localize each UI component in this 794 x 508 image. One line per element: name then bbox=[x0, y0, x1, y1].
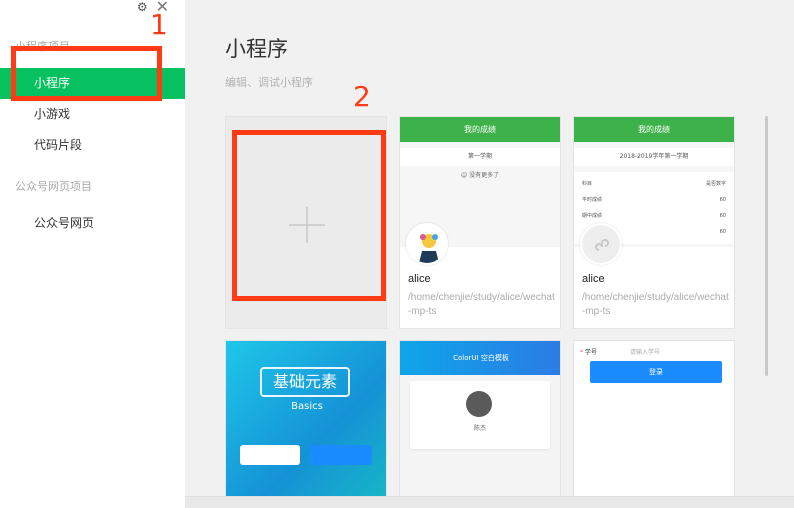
project-path: /home/chenjie/study/alice/wechat-mp-ts bbox=[408, 292, 555, 317]
gear-icon[interactable]: ⚙ bbox=[137, 1, 148, 13]
sidebar-item-official-webpage[interactable]: 公众号网页 bbox=[0, 208, 185, 239]
project-card[interactable]: * 学号 请输入学号 登录 bbox=[573, 340, 735, 500]
avatar bbox=[580, 223, 622, 265]
project-preview: 基础元素 Basics bbox=[226, 341, 386, 499]
section-title-official: 公众号网页项目 bbox=[15, 180, 92, 193]
sidebar-item-code-snippet[interactable]: 代码片段 bbox=[0, 130, 185, 161]
preview-row: 2018-2019学年第一学期 bbox=[574, 148, 734, 166]
preview-label: * 学号 bbox=[580, 349, 597, 356]
sidebar-item-minigame[interactable]: 小游戏 bbox=[0, 99, 185, 130]
project-card[interactable]: 基础元素 Basics bbox=[225, 340, 387, 500]
preview-button: 登录 bbox=[590, 361, 722, 383]
preview-hint: ☺ 没有更多了 bbox=[460, 172, 500, 179]
bottom-bar bbox=[185, 496, 794, 508]
project-card[interactable]: 我的成绩 第一学期 ☺ 没有更多了 alice /home/chenjie/st… bbox=[399, 116, 561, 329]
preview-header: ColorUI 空白模板 bbox=[400, 341, 560, 375]
annotation-box-1 bbox=[11, 46, 162, 101]
project-name: alice bbox=[582, 273, 605, 285]
preview-header: 我的成绩 bbox=[400, 117, 560, 142]
preview-title: 基础元素 bbox=[260, 367, 350, 397]
project-card[interactable]: ColorUI 空白模板 陈杰 bbox=[399, 340, 561, 500]
scrollbar[interactable] bbox=[765, 116, 768, 376]
preview-placeholder: 请输入学号 bbox=[630, 349, 661, 356]
project-preview: * 学号 请输入学号 登录 bbox=[574, 341, 734, 499]
page-subtitle: 编辑、调试小程序 bbox=[225, 76, 313, 89]
preview-subtitle: Basics bbox=[291, 401, 323, 412]
sidebar-item-label: 公众号网页 bbox=[34, 216, 95, 230]
avatar bbox=[466, 391, 492, 417]
project-name: alice bbox=[408, 273, 431, 285]
avatar bbox=[406, 223, 448, 265]
project-path: /home/chenjie/study/alice/wechat-mp-ts bbox=[582, 292, 729, 317]
preview-person: 陈杰 bbox=[473, 425, 486, 432]
project-preview: ColorUI 空白模板 陈杰 bbox=[400, 341, 560, 499]
page-title: 小程序 bbox=[225, 37, 288, 61]
sidebar-item-label: 代码片段 bbox=[34, 138, 83, 152]
preview-row: 第一学期 bbox=[400, 148, 560, 166]
annotation-box-2 bbox=[232, 130, 386, 301]
annotation-number-1: 1 bbox=[150, 8, 168, 41]
annotation-number-2: 2 bbox=[353, 80, 371, 113]
project-card[interactable]: 我的成绩 2018-2019学年第一学期 科目 是否数字 平时成绩 60 期中成绩 6… bbox=[573, 116, 735, 329]
preview-header: 我的成绩 bbox=[574, 117, 734, 142]
sidebar-item-label: 小游戏 bbox=[34, 107, 71, 121]
miniprogram-logo-icon bbox=[584, 227, 620, 263]
